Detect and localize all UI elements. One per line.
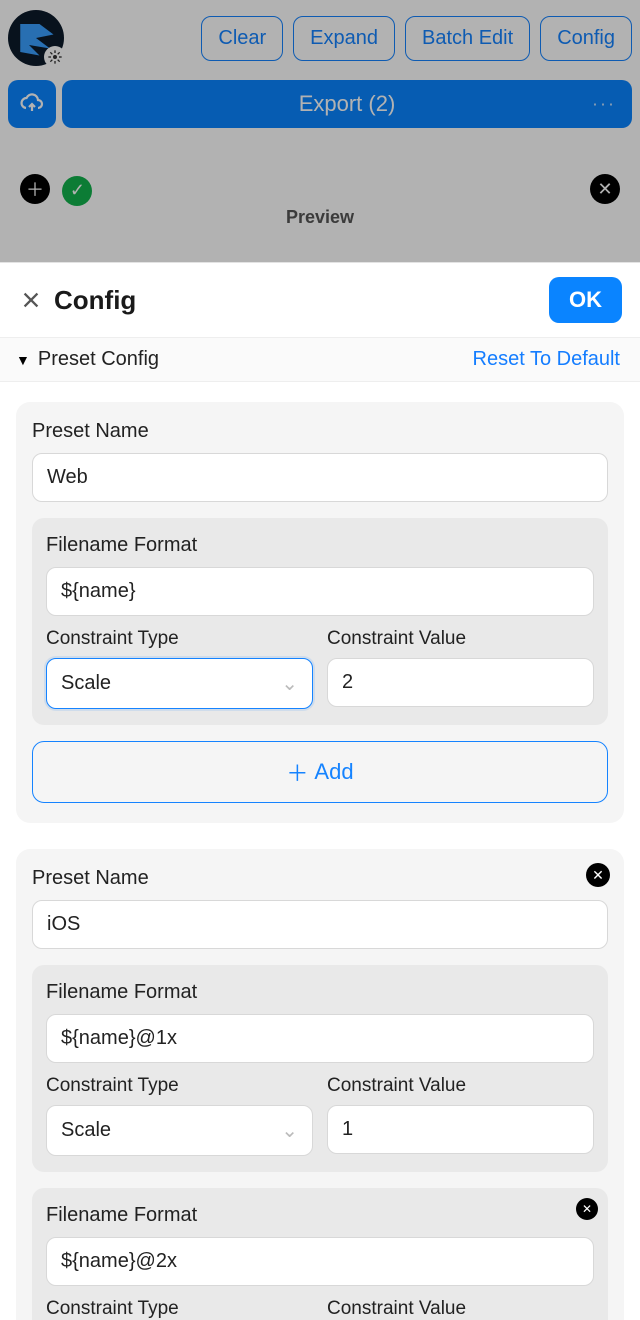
close-modal-button[interactable] (18, 287, 44, 313)
config-modal: Config OK ▼ Preset Config Reset To Defau… (0, 262, 640, 1320)
format-card: Filename Format Constraint Type Scale ⌄ Cons… (32, 965, 608, 1172)
constraint-value-label: Constraint Value (327, 1298, 594, 1320)
clear-button[interactable]: Clear (201, 16, 283, 61)
plus-icon: ＋ (286, 756, 308, 788)
preset-card: Preset Name Filename Format Constraint Typ… (16, 402, 624, 823)
add-format-button[interactable]: ＋Add (32, 741, 608, 803)
modal-title: Config (54, 285, 136, 316)
preset-name-input[interactable] (32, 900, 608, 949)
format-card: Filename Format Constraint Type Scale ⌄ Cons… (32, 518, 608, 725)
upload-button[interactable] (8, 80, 56, 128)
filename-format-label: Filename Format (46, 1204, 594, 1227)
preview-label: Preview (286, 207, 354, 228)
constraint-type-select[interactable]: Scale ⌄ (46, 658, 313, 709)
chevron-down-icon: ⌄ (281, 1118, 298, 1143)
reset-to-default-link[interactable]: Reset To Default (473, 348, 621, 371)
constraint-type-select[interactable]: Scale ⌄ (46, 1105, 313, 1156)
chevron-down-icon: ⌄ (281, 671, 298, 696)
export-label: Export (2) (299, 91, 396, 117)
app-logo[interactable] (8, 10, 64, 66)
remove-format-button[interactable]: ✕ (576, 1198, 598, 1220)
add-icon[interactable]: ＋ (20, 174, 50, 204)
caret-down-icon: ▼ (16, 352, 30, 368)
preview-card: ＋ ✓ ✕ Preview (6, 160, 634, 226)
ok-button[interactable]: OK (549, 277, 622, 323)
constraint-type-label: Constraint Type (46, 628, 313, 650)
filename-format-input[interactable] (46, 567, 594, 616)
constraint-value-input[interactable] (327, 1105, 594, 1154)
format-card: ✕Filename FormatConstraint TypeScale⌄Con… (32, 1188, 608, 1320)
filename-format-input[interactable] (46, 1014, 594, 1063)
constraint-type-value: Scale (61, 1119, 111, 1142)
check-icon[interactable]: ✓ (62, 176, 92, 206)
preset-config-section-header[interactable]: ▼ Preset Config Reset To Default (0, 337, 640, 382)
expand-button[interactable]: Expand (293, 16, 395, 61)
constraint-type-label: Constraint Type (46, 1298, 313, 1320)
constraint-type-value: Scale (61, 672, 111, 695)
batch-edit-button[interactable]: Batch Edit (405, 16, 530, 61)
constraint-type-label: Constraint Type (46, 1075, 313, 1097)
constraint-value-label: Constraint Value (327, 1075, 594, 1097)
gear-icon (44, 46, 66, 68)
preset-name-label: Preset Name (32, 867, 608, 890)
remove-preset-button[interactable]: ✕ (586, 863, 610, 887)
close-icon[interactable]: ✕ (590, 174, 620, 204)
add-label: Add (314, 759, 353, 785)
filename-format-input[interactable] (46, 1237, 594, 1286)
constraint-value-label: Constraint Value (327, 628, 594, 650)
filename-format-label: Filename Format (46, 534, 594, 557)
preset-card: ✕Preset NameFilename FormatConstraint Ty… (16, 849, 624, 1320)
preset-name-label: Preset Name (32, 420, 608, 443)
export-button[interactable]: Export (2) ··· (62, 80, 632, 128)
section-title: Preset Config (38, 348, 159, 371)
filename-format-label: Filename Format (46, 981, 594, 1004)
export-more-icon[interactable]: ··· (592, 94, 616, 115)
config-button[interactable]: Config (540, 16, 632, 61)
constraint-value-input[interactable] (327, 658, 594, 707)
preset-name-input[interactable] (32, 453, 608, 502)
